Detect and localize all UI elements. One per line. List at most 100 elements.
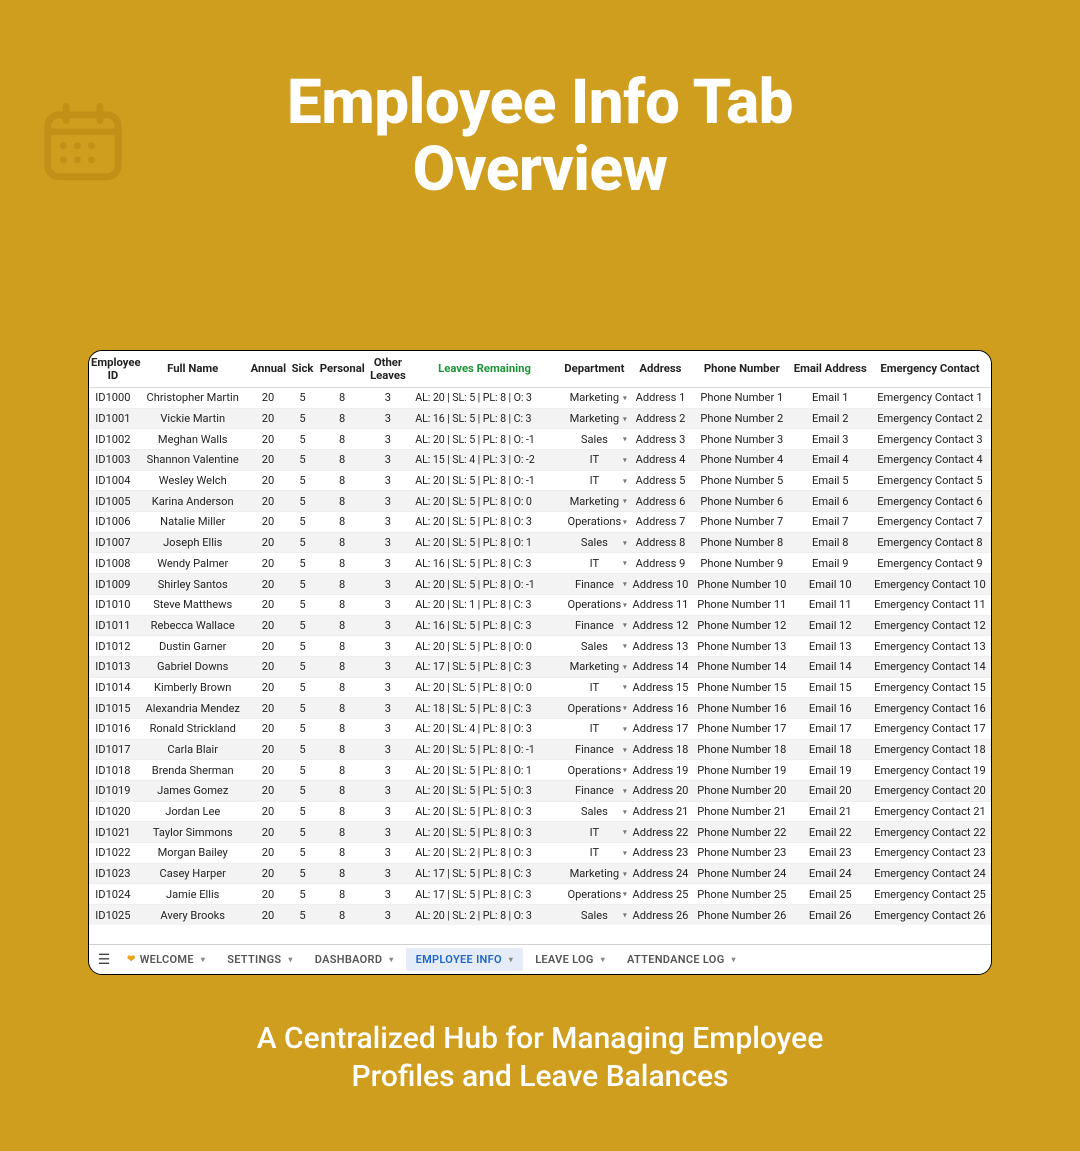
- cell-id[interactable]: ID1025: [89, 905, 137, 926]
- cell-addr[interactable]: Address 1: [629, 387, 692, 408]
- cell-email[interactable]: Email 17: [792, 718, 869, 739]
- cell-other[interactable]: 3: [367, 594, 410, 615]
- table-row[interactable]: ID1001Vickie Martin20583AL: 16 | SL: 5 |…: [89, 408, 991, 429]
- chevron-down-icon[interactable]: ▾: [623, 580, 627, 589]
- cell-remaining[interactable]: AL: 18 | SL: 5 | PL: 8 | C: 3: [409, 698, 560, 719]
- cell-sick[interactable]: 5: [287, 636, 318, 657]
- cell-other[interactable]: 3: [367, 553, 410, 574]
- col-header-dept[interactable]: Department: [560, 351, 629, 387]
- cell-annual[interactable]: 20: [249, 429, 288, 450]
- cell-annual[interactable]: 20: [249, 636, 288, 657]
- col-header-id[interactable]: Employee ID: [89, 351, 137, 387]
- table-row[interactable]: ID1020Jordan Lee20583AL: 20 | SL: 5 | PL…: [89, 801, 991, 822]
- col-header-other[interactable]: Other Leaves: [367, 351, 410, 387]
- cell-remaining[interactable]: AL: 20 | SL: 5 | PL: 8 | O: 1: [409, 760, 560, 781]
- table-row[interactable]: ID1009Shirley Santos20583AL: 20 | SL: 5 …: [89, 574, 991, 595]
- cell-email[interactable]: Email 14: [792, 656, 869, 677]
- cell-sick[interactable]: 5: [287, 450, 318, 471]
- cell-phone[interactable]: Phone Number 19: [692, 760, 792, 781]
- cell-name[interactable]: Taylor Simmons: [137, 822, 249, 843]
- cell-personal[interactable]: 8: [318, 884, 367, 905]
- cell-addr[interactable]: Address 20: [629, 781, 692, 802]
- cell-sick[interactable]: 5: [287, 615, 318, 636]
- cell-sick[interactable]: 5: [287, 470, 318, 491]
- cell-addr[interactable]: Address 3: [629, 429, 692, 450]
- cell-other[interactable]: 3: [367, 470, 410, 491]
- col-header-phone[interactable]: Phone Number: [692, 351, 792, 387]
- table-scroll-region[interactable]: Employee ID Full Name Annual Sick Person…: [89, 351, 991, 944]
- cell-name[interactable]: Rebecca Wallace: [137, 615, 249, 636]
- tab-leave-log[interactable]: LEAVE LOG ▾: [525, 948, 615, 971]
- cell-emerg[interactable]: Emergency Contact 9: [869, 553, 991, 574]
- cell-personal[interactable]: 8: [318, 843, 367, 864]
- cell-personal[interactable]: 8: [318, 801, 367, 822]
- cell-sick[interactable]: 5: [287, 843, 318, 864]
- cell-emerg[interactable]: Emergency Contact 13: [869, 636, 991, 657]
- cell-sick[interactable]: 5: [287, 553, 318, 574]
- cell-emerg[interactable]: Emergency Contact 5: [869, 470, 991, 491]
- table-row[interactable]: ID1002Meghan Walls20583AL: 20 | SL: 5 | …: [89, 429, 991, 450]
- cell-sick[interactable]: 5: [287, 863, 318, 884]
- cell-emerg[interactable]: Emergency Contact 12: [869, 615, 991, 636]
- chevron-down-icon[interactable]: ▾: [623, 766, 627, 775]
- cell-email[interactable]: Email 11: [792, 594, 869, 615]
- chevron-down-icon[interactable]: ▾: [623, 559, 627, 568]
- table-row[interactable]: ID1007Joseph Ellis20583AL: 20 | SL: 5 | …: [89, 532, 991, 553]
- chevron-down-icon[interactable]: ▾: [623, 414, 627, 423]
- cell-other[interactable]: 3: [367, 781, 410, 802]
- cell-id[interactable]: ID1004: [89, 470, 137, 491]
- cell-name[interactable]: Steve Matthews: [137, 594, 249, 615]
- chevron-down-icon[interactable]: ▾: [623, 497, 627, 506]
- cell-other[interactable]: 3: [367, 532, 410, 553]
- cell-email[interactable]: Email 9: [792, 553, 869, 574]
- cell-dept[interactable]: Finance▾: [560, 739, 629, 760]
- table-row[interactable]: ID1018Brenda Sherman20583AL: 20 | SL: 5 …: [89, 760, 991, 781]
- cell-addr[interactable]: Address 16: [629, 698, 692, 719]
- cell-personal[interactable]: 8: [318, 636, 367, 657]
- cell-personal[interactable]: 8: [318, 718, 367, 739]
- cell-phone[interactable]: Phone Number 2: [692, 408, 792, 429]
- cell-remaining[interactable]: AL: 16 | SL: 5 | PL: 8 | C: 3: [409, 553, 560, 574]
- table-row[interactable]: ID1025Avery Brooks20583AL: 20 | SL: 2 | …: [89, 905, 991, 926]
- col-header-addr[interactable]: Address: [629, 351, 692, 387]
- col-header-sick[interactable]: Sick: [287, 351, 318, 387]
- cell-phone[interactable]: Phone Number 18: [692, 739, 792, 760]
- cell-personal[interactable]: 8: [318, 739, 367, 760]
- cell-remaining[interactable]: AL: 20 | SL: 5 | PL: 5 | O: 3: [409, 781, 560, 802]
- cell-email[interactable]: Email 5: [792, 470, 869, 491]
- cell-addr[interactable]: Address 26: [629, 905, 692, 926]
- cell-sick[interactable]: 5: [287, 781, 318, 802]
- cell-annual[interactable]: 20: [249, 718, 288, 739]
- cell-other[interactable]: 3: [367, 739, 410, 760]
- chevron-down-icon[interactable]: ▾: [623, 621, 627, 630]
- cell-email[interactable]: Email 21: [792, 801, 869, 822]
- cell-addr[interactable]: Address 19: [629, 760, 692, 781]
- cell-id[interactable]: ID1018: [89, 760, 137, 781]
- cell-sick[interactable]: 5: [287, 429, 318, 450]
- cell-email[interactable]: Email 10: [792, 574, 869, 595]
- table-row[interactable]: ID1013Gabriel Downs20583AL: 17 | SL: 5 |…: [89, 656, 991, 677]
- cell-dept[interactable]: IT▾: [560, 718, 629, 739]
- cell-personal[interactable]: 8: [318, 574, 367, 595]
- table-row[interactable]: ID1023Casey Harper20583AL: 17 | SL: 5 | …: [89, 863, 991, 884]
- cell-emerg[interactable]: Emergency Contact 18: [869, 739, 991, 760]
- chevron-down-icon[interactable]: ▾: [623, 393, 627, 402]
- cell-dept[interactable]: IT▾: [560, 553, 629, 574]
- cell-annual[interactable]: 20: [249, 408, 288, 429]
- cell-emerg[interactable]: Emergency Contact 20: [869, 781, 991, 802]
- cell-personal[interactable]: 8: [318, 905, 367, 926]
- cell-emerg[interactable]: Emergency Contact 1: [869, 387, 991, 408]
- cell-annual[interactable]: 20: [249, 677, 288, 698]
- cell-addr[interactable]: Address 14: [629, 656, 692, 677]
- cell-personal[interactable]: 8: [318, 615, 367, 636]
- chevron-down-icon[interactable]: ▾: [623, 476, 627, 485]
- cell-phone[interactable]: Phone Number 6: [692, 491, 792, 512]
- cell-name[interactable]: Avery Brooks: [137, 905, 249, 926]
- cell-personal[interactable]: 8: [318, 594, 367, 615]
- cell-name[interactable]: Carla Blair: [137, 739, 249, 760]
- cell-addr[interactable]: Address 13: [629, 636, 692, 657]
- tab-employee-info[interactable]: EMPLOYEE INFO ▾: [406, 948, 524, 971]
- cell-addr[interactable]: Address 24: [629, 863, 692, 884]
- chevron-down-icon[interactable]: ▾: [623, 662, 627, 671]
- cell-remaining[interactable]: AL: 15 | SL: 4 | PL: 3 | O: -2: [409, 450, 560, 471]
